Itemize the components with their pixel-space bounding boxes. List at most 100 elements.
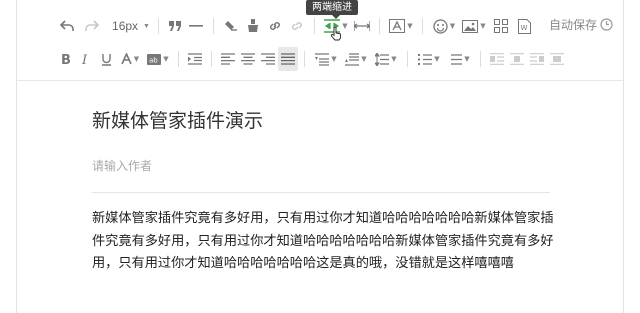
bold-button[interactable]: B <box>56 47 76 71</box>
horizontal-rule-button[interactable] <box>185 14 207 38</box>
image-button[interactable]: ▼ <box>459 14 489 38</box>
chevron-down-icon: ▼ <box>133 55 140 63</box>
toolbar-row-2: B I ▼ ab ▼ ▼ ▼ ▼ ▼ ▼ <box>56 47 567 71</box>
svg-text:I: I <box>81 53 88 65</box>
float-none-button[interactable] <box>507 47 527 71</box>
link-button[interactable] <box>264 14 286 38</box>
unordered-list-button[interactable]: ▼ <box>444 47 474 71</box>
italic-button[interactable]: I <box>76 47 96 71</box>
bold-icon: B <box>61 53 71 65</box>
format-painter-icon <box>248 19 258 32</box>
indent-button[interactable] <box>185 47 205 71</box>
undo-icon <box>60 20 74 31</box>
author-input[interactable]: 请输入作者 <box>92 157 152 174</box>
float-none-icon <box>510 53 524 65</box>
chevron-down-icon: ▼ <box>407 22 413 30</box>
spacing-before-button[interactable]: ▼ <box>311 47 341 71</box>
align-right-icon <box>261 53 275 65</box>
float-center-button[interactable] <box>547 47 567 71</box>
horizontal-rule-icon <box>189 25 203 27</box>
title-divider <box>92 192 550 193</box>
toolbar-divider <box>16 80 624 81</box>
font-color-icon <box>121 53 132 65</box>
editor-frame-left <box>16 0 17 313</box>
toolbar-separator <box>211 51 212 67</box>
svg-text:B: B <box>61 53 71 65</box>
spacing-before-icon <box>315 52 330 66</box>
toolbar-separator <box>158 18 159 34</box>
template-button[interactable] <box>489 14 513 38</box>
line-height-button[interactable] <box>351 14 373 38</box>
float-right-button[interactable] <box>527 47 547 71</box>
line-height-icon <box>354 21 370 31</box>
hand-cursor-icon <box>330 27 341 41</box>
italic-icon: I <box>81 53 88 65</box>
line-spacing-button[interactable]: ▼ <box>371 47 401 71</box>
background-color-icon: ab <box>147 53 162 65</box>
word-import-icon: W <box>517 18 531 34</box>
format-painter-button[interactable] <box>242 14 264 38</box>
ordered-list-icon <box>418 53 433 65</box>
document-body[interactable]: 新媒体管家插件究竟有多好用，只有用过你才知道哈哈哈哈哈哈哈新媒体管家插件究竟有多… <box>92 208 562 276</box>
chevron-down-icon: ▼ <box>331 55 337 63</box>
autosave-label: 自动保存 <box>549 18 598 32</box>
float-left-button[interactable] <box>487 47 507 71</box>
editor-frame-right <box>623 0 624 313</box>
indent-icon <box>188 53 202 65</box>
svg-text:W: W <box>520 24 527 32</box>
toolbar-separator <box>304 51 305 67</box>
clear-format-button[interactable] <box>220 14 242 38</box>
chevron-down-icon: ▼ <box>143 22 150 30</box>
align-justify-icon <box>281 53 295 65</box>
align-center-icon <box>241 53 255 65</box>
align-right-button[interactable] <box>258 47 278 71</box>
underline-icon <box>101 53 111 66</box>
font-family-icon <box>389 19 406 33</box>
blockquote-button[interactable] <box>165 14 185 38</box>
autosave-toggle[interactable]: 自动保存 <box>549 16 613 33</box>
spacing-after-icon <box>345 52 360 66</box>
align-left-icon <box>221 53 235 65</box>
underline-button[interactable] <box>96 47 116 71</box>
toolbar-separator <box>314 18 315 34</box>
spacing-after-button[interactable]: ▼ <box>341 47 371 71</box>
toolbar-separator <box>407 51 408 67</box>
toolbar-separator <box>213 18 214 34</box>
undo-button[interactable] <box>56 14 78 38</box>
clock-icon <box>600 18 613 31</box>
align-center-button[interactable] <box>238 47 258 71</box>
redo-button[interactable] <box>78 14 106 38</box>
chevron-down-icon: ▼ <box>163 55 169 63</box>
font-size-select[interactable]: 16px ▼ <box>106 14 152 38</box>
ordered-list-button[interactable]: ▼ <box>414 47 444 71</box>
toolbar-separator <box>379 18 380 34</box>
font-color-button[interactable]: ▼ <box>116 47 144 71</box>
document-title[interactable]: 新媒体管家插件演示 <box>92 106 263 133</box>
background-color-button[interactable]: ab ▼ <box>144 47 172 71</box>
unlink-icon <box>292 22 302 30</box>
emoji-icon <box>433 18 448 34</box>
svg-text:ab: ab <box>149 56 158 64</box>
line-spacing-icon <box>375 52 390 66</box>
toolbar-separator <box>480 51 481 67</box>
chevron-down-icon: ▼ <box>480 22 486 30</box>
chevron-down-icon: ▼ <box>361 55 367 63</box>
chevron-down-icon: ▼ <box>464 55 470 63</box>
font-family-button[interactable]: ▼ <box>386 14 416 38</box>
toolbar-separator <box>178 51 179 67</box>
float-center-icon <box>550 53 564 65</box>
float-left-icon <box>490 53 504 65</box>
chevron-down-icon: ▼ <box>391 55 397 63</box>
template-icon <box>494 19 508 33</box>
redo-icon <box>85 20 99 31</box>
tooltip: 两端缩进 <box>306 0 358 19</box>
word-import-button[interactable]: W <box>513 14 535 38</box>
toolbar-row-1: 16px ▼ ▼ ▼ ▼ ▼ W <box>56 14 535 38</box>
unlink-button[interactable] <box>286 14 308 38</box>
align-left-button[interactable] <box>218 47 238 71</box>
align-justify-button[interactable] <box>278 47 298 71</box>
emoji-button[interactable]: ▼ <box>429 14 459 38</box>
unordered-list-icon <box>451 53 463 65</box>
font-size-value: 16px <box>112 19 139 33</box>
chevron-down-icon: ▼ <box>449 22 456 30</box>
